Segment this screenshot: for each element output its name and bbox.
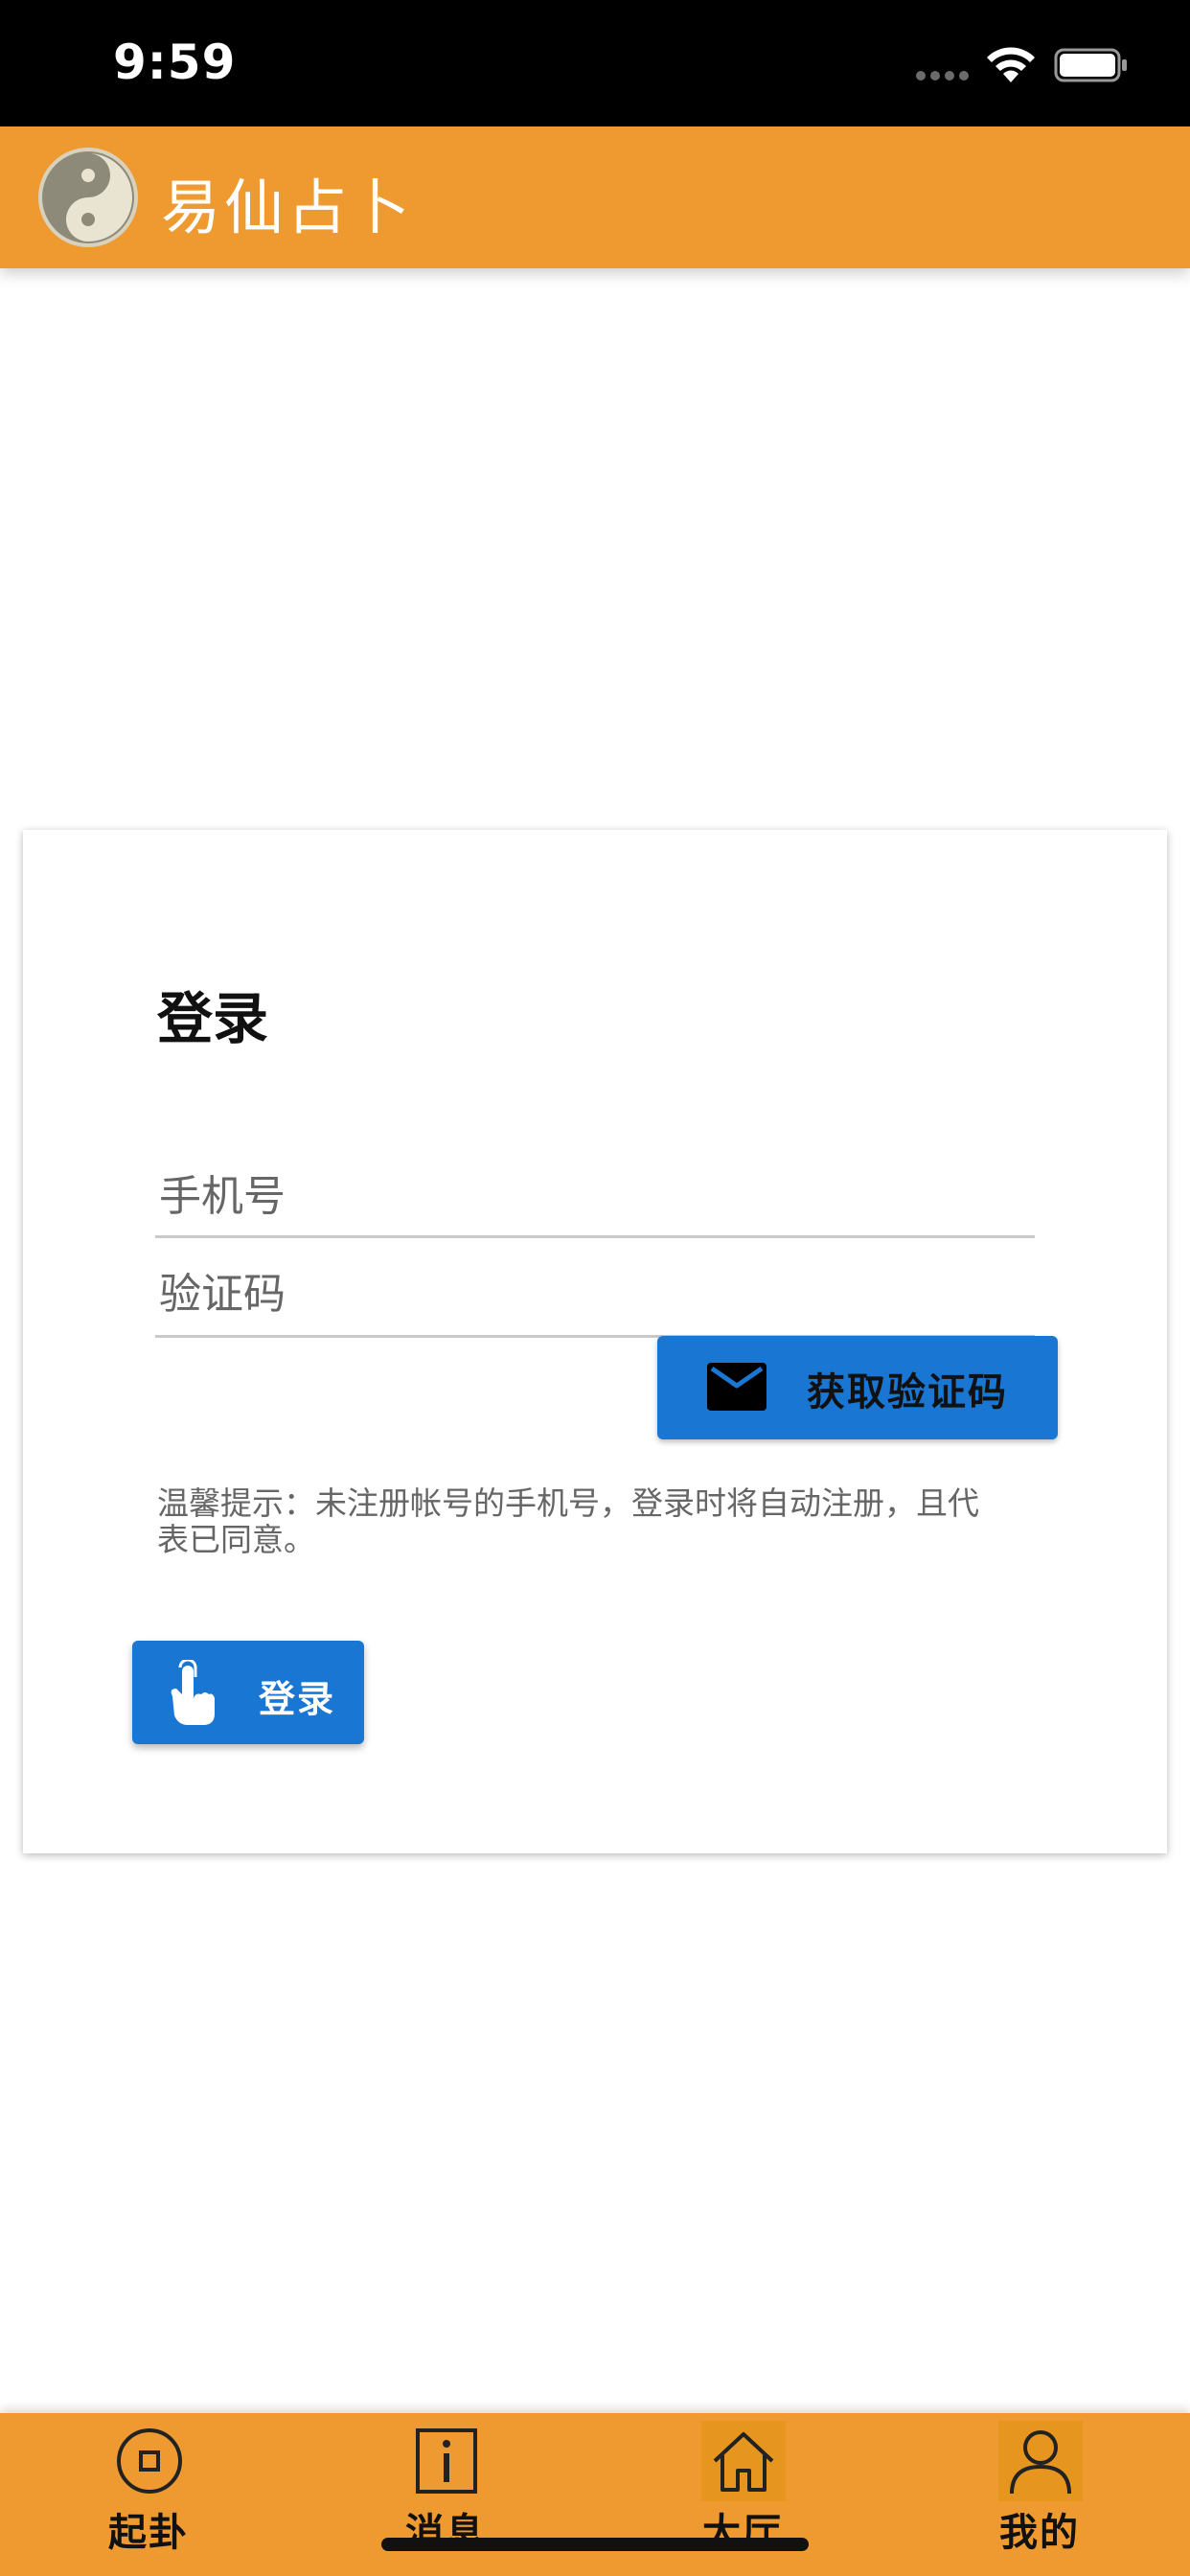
bottom-nav: 起卦 消息 大厅 我的 (0, 2413, 1190, 2576)
nav-label-divination: 起卦 (108, 2511, 189, 2555)
nav-item-lobby[interactable]: 大厅 (594, 2413, 891, 2576)
get-code-label: 获取验证码 (807, 1370, 1008, 1414)
registration-hint: 温馨提示：未注册帐号的手机号，登录时将自动注册，且代表已同意。 (157, 1484, 979, 1558)
nav-item-divination[interactable]: 起卦 (0, 2413, 297, 2576)
login-card: 登录 手机号 验证码 获取验证码 温馨提示：未注册帐号的手机号，登录时将自动注册… (23, 830, 1167, 1853)
nav-item-profile[interactable]: 我的 (891, 2413, 1188, 2576)
info-icon (416, 2428, 477, 2494)
home-icon (713, 2432, 774, 2492)
nav-label-profile: 我的 (999, 2511, 1080, 2555)
yin-yang-logo-icon (44, 153, 132, 242)
get-code-button[interactable]: 获取验证码 (657, 1336, 1058, 1439)
status-bar: 9:59 (0, 0, 1190, 126)
app-logo (38, 148, 138, 247)
home-indicator[interactable] (381, 2538, 809, 2551)
verification-code-field[interactable]: 验证码 (155, 1238, 1035, 1338)
cellular-signal-icon (916, 71, 969, 80)
app-header: 易仙占卜 (0, 126, 1190, 268)
nav-item-messages[interactable]: 消息 (297, 2413, 594, 2576)
wifi-icon (987, 47, 1035, 82)
app-title: 易仙占卜 (161, 172, 415, 242)
touch-hand-icon (171, 1660, 215, 1725)
phone-field[interactable]: 手机号 (155, 1137, 1035, 1238)
battery-icon (1054, 48, 1127, 82)
mail-icon (707, 1363, 767, 1411)
app-screen: 9:59 易仙占卜 登录 手机号 验证码 获取验证码 温馨提示：未注册帐号的手机… (0, 0, 1190, 2576)
user-icon (1010, 2430, 1071, 2495)
status-time: 9:59 (113, 34, 237, 90)
login-button[interactable]: 登录 (132, 1641, 364, 1744)
login-title: 登录 (157, 986, 269, 1051)
coin-icon (117, 2428, 182, 2494)
login-label: 登录 (259, 1678, 336, 1720)
verification-code-input[interactable] (155, 1238, 1035, 1335)
phone-input[interactable] (155, 1137, 1035, 1235)
